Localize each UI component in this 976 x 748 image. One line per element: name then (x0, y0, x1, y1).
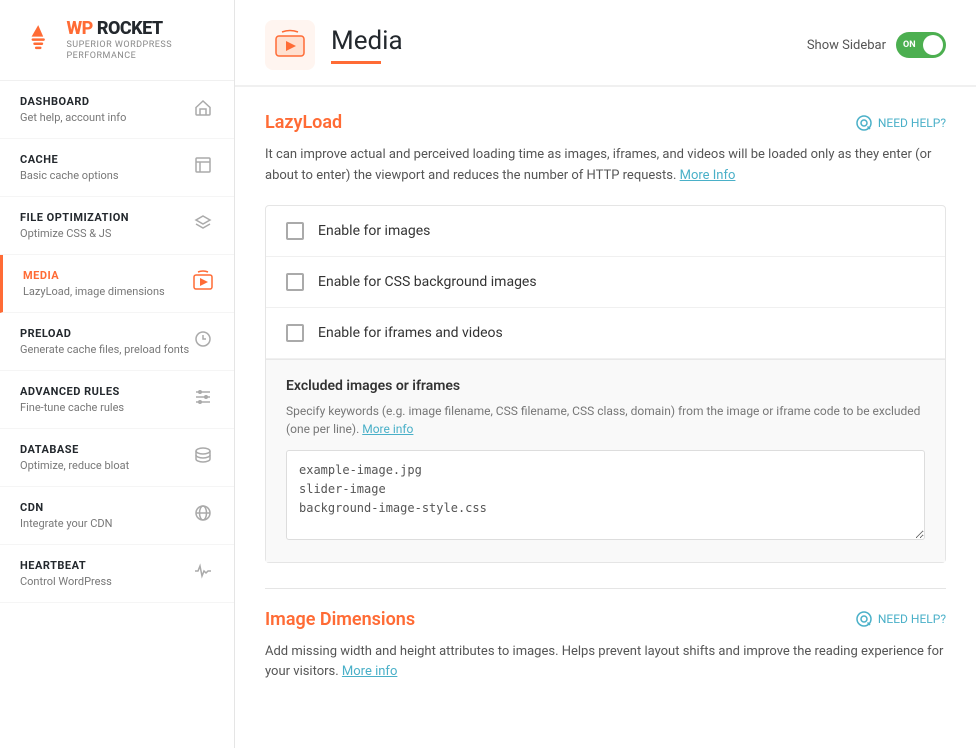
sidebar-item-cache-subtitle: Basic cache options (20, 169, 119, 182)
sidebar-item-media-title: MEDIA (23, 269, 165, 282)
cache-icon (192, 155, 214, 180)
sidebar-item-preload-title: PRELOAD (20, 327, 189, 340)
media-icon (192, 270, 214, 297)
excluded-section: Excluded images or iframes Specify keywo… (266, 359, 945, 562)
section-divider (265, 588, 946, 589)
sidebar-item-file-opt-title: FILE OPTIMIZATION (20, 211, 129, 224)
enable-images-checkbox[interactable] (286, 222, 304, 240)
enable-iframes-checkbox[interactable] (286, 324, 304, 342)
sidebar-item-cdn[interactable]: CDN Integrate your CDN (0, 487, 234, 545)
lazyload-more-info-link[interactable]: More Info (680, 168, 736, 183)
sidebar-item-advanced-rules[interactable]: ADVANCED RULES Fine-tune cache rules (0, 371, 234, 429)
sidebar-toggle[interactable]: ON (896, 32, 946, 58)
toggle-knob (923, 35, 943, 55)
lazyload-need-help[interactable]: NEED HELP? (856, 115, 946, 131)
excluded-textarea[interactable]: example-image.jpg slider-image backgroun… (286, 450, 925, 540)
image-dimensions-description: Add missing width and height attributes … (265, 642, 946, 684)
sidebar-item-advanced-subtitle: Fine-tune cache rules (20, 401, 124, 414)
sidebar-item-dashboard[interactable]: DASHBOARD Get help, account info (0, 81, 234, 139)
sidebar: WP ROCKET Superior WordPress Performance… (0, 0, 235, 748)
sidebar-item-database-title: DATABASE (20, 443, 129, 456)
page-title: Media (331, 26, 403, 56)
database-icon (192, 445, 214, 470)
lazyload-description: It can improve actual and perceived load… (265, 145, 946, 187)
sidebar-item-preload[interactable]: PRELOAD Generate cache files, preload fo… (0, 313, 234, 371)
sidebar-item-heartbeat-subtitle: Control WordPress (20, 575, 112, 588)
sidebar-item-cache[interactable]: CACHE Basic cache options (0, 139, 234, 197)
excluded-description: Specify keywords (e.g. image filename, C… (286, 402, 925, 438)
option-row-images: Enable for images (266, 206, 945, 257)
sidebar-item-media-subtitle: LazyLoad, image dimensions (23, 285, 165, 298)
lazyload-title: LazyLoad (265, 112, 342, 133)
rules-icon (192, 387, 214, 412)
layers-icon (192, 213, 214, 238)
enable-images-label[interactable]: Enable for images (318, 223, 430, 239)
preload-icon (192, 329, 214, 354)
lazyload-options-box: Enable for images Enable for CSS backgro… (265, 205, 946, 563)
sidebar-item-file-optimization[interactable]: FILE OPTIMIZATION Optimize CSS & JS (0, 197, 234, 255)
sidebar-item-advanced-title: ADVANCED RULES (20, 385, 124, 398)
logo: WP ROCKET Superior WordPress Performance (0, 0, 234, 81)
sidebar-item-cdn-title: CDN (20, 501, 112, 514)
sidebar-item-cache-title: CACHE (20, 153, 119, 166)
enable-iframes-label[interactable]: Enable for iframes and videos (318, 325, 503, 341)
heartbeat-icon (192, 561, 214, 586)
sidebar-item-dashboard-title: DASHBOARD (20, 95, 126, 108)
sidebar-item-database-subtitle: Optimize, reduce bloat (20, 459, 129, 472)
page-header: Media Show Sidebar ON (235, 0, 976, 87)
cdn-icon (192, 503, 214, 528)
sidebar-item-preload-subtitle: Generate cache files, preload fonts (20, 343, 189, 356)
enable-css-bg-label[interactable]: Enable for CSS background images (318, 274, 537, 290)
lazyload-help-label: NEED HELP? (878, 116, 946, 130)
content-area: LazyLoad NEED HELP? It can improve actua… (235, 87, 976, 748)
image-dimensions-need-help[interactable]: NEED HELP? (856, 611, 946, 627)
enable-css-bg-checkbox[interactable] (286, 273, 304, 291)
sidebar-item-database[interactable]: DATABASE Optimize, reduce bloat (0, 429, 234, 487)
show-sidebar-control[interactable]: Show Sidebar ON (807, 32, 946, 58)
main-content: Media Show Sidebar ON LazyLoad NEED HELP… (235, 0, 976, 748)
sidebar-item-media[interactable]: MEDIA LazyLoad, image dimensions (0, 255, 234, 313)
sidebar-item-heartbeat-title: HEARTBEAT (20, 559, 112, 572)
sidebar-item-heartbeat[interactable]: HEARTBEAT Control WordPress (0, 545, 234, 603)
logo-tagline: Superior WordPress Performance (66, 40, 214, 62)
excluded-more-info-link[interactable]: More info (362, 422, 413, 436)
sidebar-item-cdn-subtitle: Integrate your CDN (20, 517, 112, 530)
lazyload-section-header: LazyLoad NEED HELP? (265, 112, 946, 133)
page-header-icon (265, 20, 315, 70)
option-row-iframes: Enable for iframes and videos (266, 308, 945, 359)
page-title-underline (331, 61, 381, 64)
sidebar-item-file-opt-subtitle: Optimize CSS & JS (20, 227, 129, 240)
toggle-label: ON (903, 40, 916, 50)
sidebar-item-dashboard-subtitle: Get help, account info (20, 111, 126, 124)
home-icon (192, 97, 214, 122)
image-dimensions-title: Image Dimensions (265, 609, 415, 630)
excluded-title: Excluded images or iframes (286, 378, 925, 394)
option-row-css-bg: Enable for CSS background images (266, 257, 945, 308)
image-dimensions-more-info-link[interactable]: More info (342, 664, 397, 679)
image-dimensions-section-header: Image Dimensions NEED HELP? (265, 609, 946, 630)
show-sidebar-label: Show Sidebar (807, 38, 886, 53)
logo-wp: WP ROCKET (66, 18, 214, 40)
image-dimensions-help-label: NEED HELP? (878, 612, 946, 626)
